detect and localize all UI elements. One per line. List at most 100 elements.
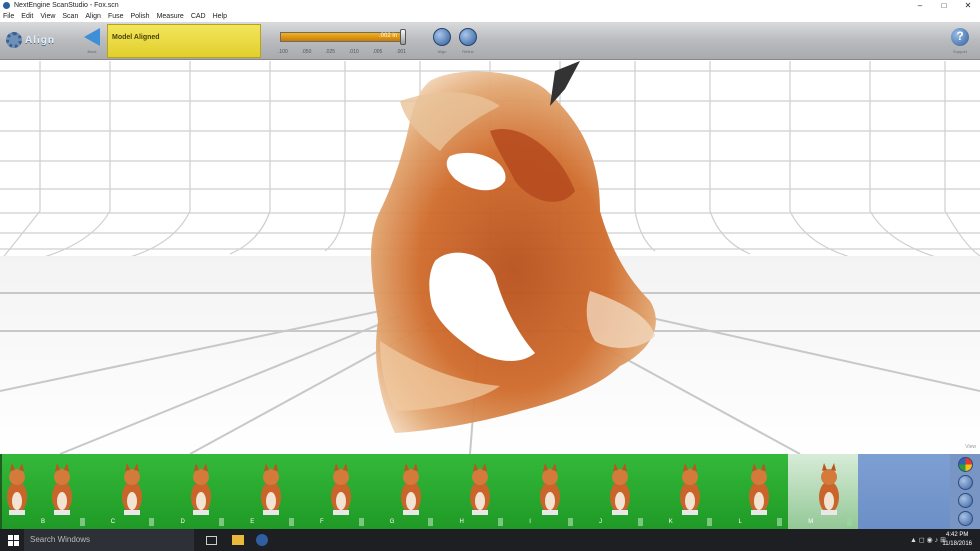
thumbnail-marker <box>498 518 504 526</box>
scan-thumbnail[interactable]: M <box>788 454 858 529</box>
fox-scan-image <box>119 463 145 515</box>
fox-scan-image <box>188 463 214 515</box>
thumbnail-marker <box>288 518 294 526</box>
fox-scan-image <box>537 463 563 515</box>
scan-thumbnail[interactable]: D <box>160 454 230 529</box>
status-panel: Model Aligned <box>107 24 261 58</box>
slider-track[interactable]: .002 in <box>280 32 404 42</box>
view-label: View <box>965 444 976 450</box>
menu-edit[interactable]: Edit <box>21 13 33 20</box>
refine-button[interactable]: Refine <box>458 28 478 54</box>
solid-mode-icon[interactable] <box>958 475 973 490</box>
fox-scan-image <box>49 463 75 515</box>
scan-thumbnail[interactable]: F <box>300 454 370 529</box>
windows-start-icon[interactable] <box>8 535 19 546</box>
thumbnail-letter: L <box>738 519 742 525</box>
system-tray[interactable]: ▲ ◻ ◉ ♪ ⊞ <box>910 536 946 544</box>
align-button[interactable]: Align <box>432 28 452 54</box>
status-text: Model Aligned <box>112 34 160 41</box>
fox-scan-image <box>746 463 772 515</box>
fox-scan-image <box>328 463 354 515</box>
align-toolbar: Align Back Model Aligned .002 in .100 .0… <box>0 22 980 60</box>
thumbnail-marker <box>358 518 364 526</box>
mode-title-label: Align <box>25 34 55 46</box>
thumbnail-letter: C <box>110 519 116 525</box>
thumbnail-letter: M <box>808 519 814 525</box>
menu-cad[interactable]: CAD <box>191 13 206 20</box>
taskbar-clock[interactable]: 4:42 PM 11/18/2016 <box>942 531 972 549</box>
tolerance-ticks: .100 .050 .025 .010 .005 .001 <box>278 49 406 55</box>
menu-align[interactable]: Align <box>85 13 101 20</box>
fox-scan-image <box>677 463 703 515</box>
refine-label: Refine <box>462 49 474 54</box>
align-icon <box>433 28 451 46</box>
tolerance-value: .002 in <box>378 33 397 39</box>
search-placeholder: Search Windows <box>30 535 91 544</box>
wireframe-mode-icon[interactable] <box>958 511 973 526</box>
scan-thumbnail[interactable]: C <box>91 454 161 529</box>
back-label: Back <box>87 49 97 54</box>
color-mode-icon[interactable] <box>958 457 973 472</box>
thumbnail-marker <box>79 518 85 526</box>
scan-thumbnail[interactable]: J <box>579 454 649 529</box>
mode-title: Align <box>6 32 55 48</box>
fox-scan-image <box>258 463 284 515</box>
scan-thumbnail[interactable]: H <box>439 454 509 529</box>
scan-thumbnail[interactable]: E <box>230 454 300 529</box>
close-button[interactable]: ✕ <box>956 0 980 11</box>
menu-fuse[interactable]: Fuse <box>108 13 124 20</box>
tick-label: .050 <box>301 49 312 55</box>
menu-scan[interactable]: Scan <box>62 13 78 20</box>
scan-thumbnail[interactable]: G <box>370 454 440 529</box>
task-view-icon[interactable] <box>206 536 217 545</box>
scan-thumbnail[interactable]: B <box>21 454 91 529</box>
back-button[interactable]: Back <box>81 28 103 54</box>
thumbnail-list: B C D E F G H I J K L M <box>2 454 858 529</box>
thumbnail-letter: D <box>180 519 185 525</box>
windows-taskbar: Search Windows ▲ ◻ ◉ ♪ ⊞ 4:42 PM 11/18/2… <box>0 529 980 551</box>
points-mode-icon[interactable] <box>958 493 973 508</box>
scan-thumbnail[interactable]: I <box>509 454 579 529</box>
3d-viewport[interactable]: View <box>0 61 980 454</box>
thumbnail-marker <box>637 518 643 526</box>
view-mode-buttons <box>950 454 980 529</box>
taskbar-search-input[interactable]: Search Windows <box>24 529 194 551</box>
menu-polish[interactable]: Polish <box>131 13 150 20</box>
tick-label: .100 <box>278 49 288 55</box>
gear-icon <box>6 32 22 48</box>
help-button[interactable]: ? Support <box>950 28 970 54</box>
thumbnail-letter: K <box>668 519 673 525</box>
scene-svg <box>0 61 980 454</box>
menu-file[interactable]: File <box>3 13 14 20</box>
side-panel <box>858 454 950 529</box>
fox-scan-image <box>467 463 493 515</box>
scanstudio-taskbar-icon[interactable] <box>256 534 268 546</box>
scan-thumbnail[interactable]: L <box>718 454 788 529</box>
scan-thumbnail[interactable]: K <box>649 454 719 529</box>
thumbnail-marker <box>707 518 713 526</box>
thumbnail-marker <box>567 518 573 526</box>
thumbnail-marker <box>777 518 783 526</box>
clock-time: 4:42 PM <box>946 532 969 538</box>
back-arrow-icon <box>84 28 100 46</box>
tolerance-slider[interactable]: .002 in .100 .050 .025 .010 .005 .001 <box>278 27 408 57</box>
tick-label: .025 <box>325 49 336 55</box>
menu-view[interactable]: View <box>40 13 55 20</box>
help-label: Support <box>952 49 967 54</box>
menu-bar: File Edit View Scan Align Fuse Polish Me… <box>0 11 980 22</box>
thumbnail-letter: I <box>529 519 531 525</box>
tick-label: .001 <box>396 49 406 55</box>
title-bar: NextEngine ScanStudio - Fox.scn – □ ✕ <box>0 0 980 11</box>
file-explorer-icon[interactable] <box>232 535 244 545</box>
minimize-button[interactable]: – <box>908 0 932 11</box>
slider-handle[interactable] <box>400 29 406 45</box>
scan-thumbnail[interactable] <box>2 454 27 529</box>
maximize-button[interactable]: □ <box>932 0 956 11</box>
thumbnail-letter: G <box>389 519 395 525</box>
menu-help[interactable]: Help <box>213 13 227 20</box>
thumbnail-letter: B <box>40 519 45 525</box>
menu-measure[interactable]: Measure <box>157 13 184 20</box>
tick-label: .010 <box>348 49 359 55</box>
thumbnail-marker <box>219 518 225 526</box>
window-title: NextEngine ScanStudio - Fox.scn <box>14 2 119 9</box>
